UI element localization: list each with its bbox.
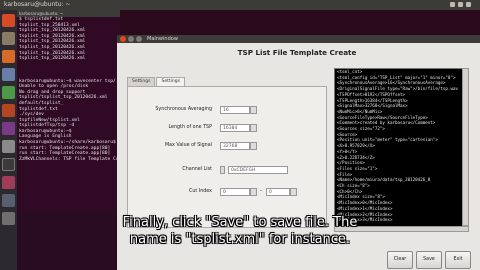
terminal-output: $ tsplistdef.txt tsplist_tsp_250413.xml … — [17, 17, 120, 162]
xml-preview-text: <tsml_cnt> <tsml_config id="TSP_List" ma… — [335, 69, 463, 223]
tsp-length-row: Length of one TSP 16384 — [128, 123, 326, 135]
tab-bar: Settings Settings — [127, 77, 186, 86]
app-icon[interactable] — [2, 176, 15, 189]
xml-vertical-scrollbar[interactable] — [462, 68, 469, 226]
close-icon[interactable] — [120, 36, 126, 42]
subtitle-caption: Finally, click "Save" to save file. The … — [0, 215, 480, 248]
sync-averaging-spinner[interactable] — [250, 106, 257, 114]
cut-end-spinner[interactable] — [290, 188, 297, 196]
terminal-icon[interactable] — [2, 158, 15, 171]
calc-icon[interactable] — [2, 86, 15, 99]
channel-list-label: Channel List — [182, 167, 212, 172]
terminal-line: karbosaru@ubuntu:~/share/karbosaru$ — [19, 140, 116, 146]
channel-list-row: Channel List 0xCDEFGH — [128, 165, 326, 177]
max-value-label: Max Value of Signal — [164, 143, 212, 148]
top-panel-title: karbosaru@ubuntu: ~ — [4, 1, 71, 8]
top-panel: karbosaru@ubuntu: ~ — [0, 0, 480, 10]
settings-panel: Synchronous Averaging 16 Length of one T… — [127, 86, 327, 228]
cut-start-input[interactable]: 0 — [220, 188, 250, 196]
window-titlebar: Mainwindow — [117, 35, 480, 43]
network-icon[interactable] — [450, 2, 455, 7]
window-title: Mainwindow — [147, 36, 178, 42]
settings-icon[interactable] — [2, 140, 15, 153]
caption-line-1: Finally, click "Save" to save file. The — [122, 215, 358, 230]
xml-line: <OriginalSignalFile type="Raw">/bin/file… — [337, 86, 459, 92]
software-center-icon[interactable] — [2, 122, 15, 135]
firefox-icon[interactable] — [2, 50, 15, 63]
cut-index-label: Cut Index — [188, 189, 212, 194]
tab-settings-2[interactable]: Settings — [156, 77, 185, 86]
cut-end-input[interactable]: 0 — [266, 188, 290, 196]
caption-line-2: name is "tsplist.xml" for instance. — [129, 231, 351, 247]
tsp-length-label: Length of one TSP — [168, 125, 212, 130]
files-icon[interactable] — [2, 32, 15, 45]
channel-list-checkbox[interactable] — [220, 166, 225, 174]
writer-icon[interactable] — [2, 68, 15, 81]
sync-averaging-label: Synchronous Averaging — [155, 107, 212, 112]
terminal-window[interactable]: karbosaru@ubuntu: ~ $ tsplistdef.txt tsp… — [17, 10, 120, 210]
save-button[interactable]: Save — [416, 251, 442, 269]
sync-averaging-row: Synchronous Averaging 16 — [128, 105, 326, 117]
cut-separator: - — [260, 188, 262, 194]
maximize-icon[interactable] — [136, 36, 142, 42]
indicator-area — [450, 2, 476, 8]
dash-icon[interactable] — [2, 14, 15, 27]
cut-index-row: Cut Index 0 - 0 — [128, 187, 326, 199]
clear-button[interactable]: Clear — [387, 251, 413, 269]
cut-start-spinner[interactable] — [250, 188, 257, 196]
workspace-icon[interactable] — [2, 194, 15, 207]
tab-settings-1[interactable]: Settings — [127, 77, 156, 86]
tsp-length-input[interactable]: 16384 — [220, 124, 250, 132]
exit-button[interactable]: Exit — [445, 251, 471, 269]
xml-preview[interactable]: <tsml_cnt> <tsml_config id="TSP_List" ma… — [334, 68, 464, 228]
channel-list-input[interactable]: 0xCDEFGH — [228, 166, 288, 174]
sound-icon[interactable] — [458, 2, 463, 7]
max-value-row: Max Value of Signal 32768 — [128, 141, 326, 153]
dialog-heading: TSP List File Template Create — [237, 48, 357, 57]
max-value-input[interactable]: 32768 — [220, 142, 250, 150]
terminal-title: karbosaru@ubuntu: ~ — [17, 10, 120, 17]
power-icon[interactable] — [466, 2, 471, 7]
max-value-spinner[interactable] — [250, 142, 257, 150]
tsp-length-spinner[interactable] — [250, 124, 257, 132]
sync-averaging-input[interactable]: 16 — [220, 106, 250, 114]
terminal-line: ZzMkVLChannels: TSP file Template Create — [19, 156, 120, 162]
impress-icon[interactable] — [2, 104, 15, 117]
minimize-icon[interactable] — [128, 36, 134, 42]
